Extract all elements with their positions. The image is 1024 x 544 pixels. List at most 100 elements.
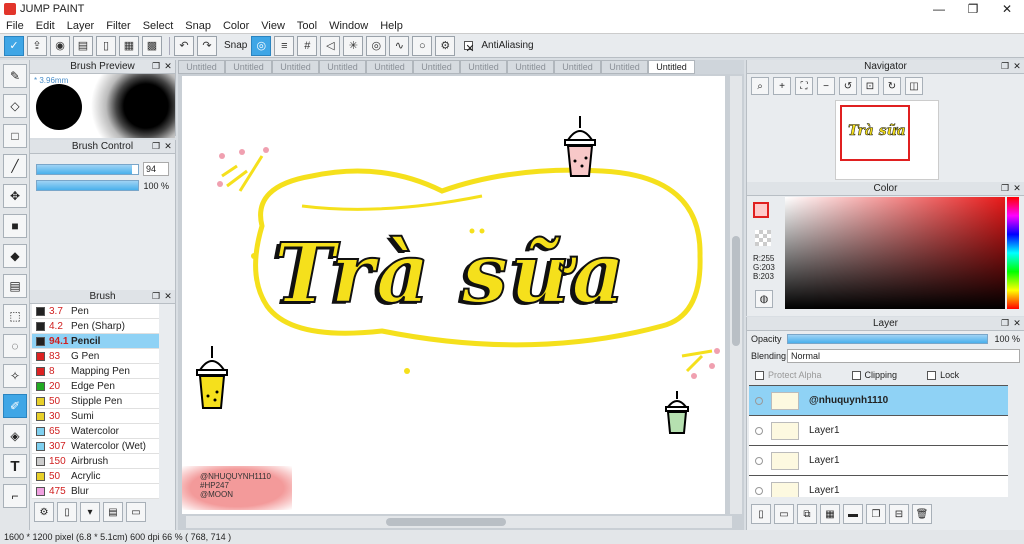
tab-untitled[interactable]: Untitled xyxy=(366,60,413,74)
float-icon[interactable]: ❐ xyxy=(1000,183,1010,193)
tab-untitled[interactable]: Untitled xyxy=(601,60,648,74)
rotate-right-icon[interactable]: ↻ xyxy=(883,77,901,95)
layer-row[interactable]: Layer1 xyxy=(749,476,1008,497)
brush-item[interactable]: 94.1 Pencil xyxy=(32,334,159,349)
menu-help[interactable]: Help xyxy=(374,20,409,32)
menu-layer[interactable]: Layer xyxy=(61,20,101,32)
radial-icon[interactable]: ✳ xyxy=(343,35,364,56)
merge-layer-icon[interactable]: ⊟ xyxy=(889,504,909,524)
brush-size-value[interactable]: 94 xyxy=(143,162,169,176)
tab-untitled[interactable]: Untitled xyxy=(178,60,225,74)
brush-copy-icon[interactable]: ▤ xyxy=(103,502,123,522)
move-tool-icon[interactable]: ✥ xyxy=(3,184,27,208)
drawing-canvas[interactable]: Trà sữa @NHUQUYNH1110 #HP247 @MOON xyxy=(182,76,725,514)
tab-untitled[interactable]: Untitled xyxy=(648,60,695,74)
visibility-icon[interactable] xyxy=(755,396,763,405)
zoom-out-icon[interactable]: − xyxy=(817,77,835,95)
brush-item[interactable]: 83 G Pen xyxy=(32,349,159,364)
redo-icon[interactable]: ↷ xyxy=(197,35,217,56)
settings-icon[interactable]: ⚙ xyxy=(435,35,456,56)
brush-item[interactable]: 8 Mapping Pen xyxy=(32,364,159,379)
brush-item[interactable]: 50 Stipple Pen xyxy=(32,394,159,409)
vertical-scrollbar[interactable] xyxy=(730,76,742,514)
color-picker-field[interactable] xyxy=(785,197,1005,309)
magic-wand-icon[interactable]: ✧ xyxy=(3,364,27,388)
menu-filter[interactable]: Filter xyxy=(100,20,136,32)
duplicate-layer-icon[interactable]: ❐ xyxy=(866,504,886,524)
new-folder-icon[interactable]: ▬ xyxy=(843,504,863,524)
close-button[interactable]: ✕ xyxy=(990,0,1024,18)
tab-untitled[interactable]: Untitled xyxy=(507,60,554,74)
brush-item[interactable]: 307 Watercolor (Wet) xyxy=(32,439,159,454)
layer-row[interactable]: Layer1 xyxy=(749,416,1008,446)
brush-item[interactable]: 65 Watercolor xyxy=(32,424,159,439)
select-eraser-icon[interactable]: ◈ xyxy=(3,424,27,448)
transparent-swatch[interactable] xyxy=(755,230,771,246)
perspective-icon[interactable]: ◁ xyxy=(320,35,341,56)
reset-icon[interactable]: ⊡ xyxy=(861,77,879,95)
rectangle-tool-icon[interactable]: □ xyxy=(3,124,27,148)
lasso-icon[interactable]: ◌ xyxy=(3,334,27,358)
menu-color[interactable]: Color xyxy=(217,20,255,32)
tab-untitled[interactable]: Untitled xyxy=(225,60,272,74)
new-layer-copy-icon[interactable]: ⧉ xyxy=(797,504,817,524)
brush-item[interactable]: 3.7 Pen xyxy=(32,304,159,319)
navigator-thumbnail[interactable]: Trà sữa xyxy=(835,100,939,180)
rotate-left-icon[interactable]: ↺ xyxy=(839,77,857,95)
menu-snap[interactable]: Snap xyxy=(179,20,217,32)
zoom-icon[interactable]: ⌕ xyxy=(751,77,769,95)
select-pen-icon[interactable]: ✐ xyxy=(3,394,27,418)
palette-icon[interactable]: ◍ xyxy=(755,290,773,308)
menu-edit[interactable]: Edit xyxy=(30,20,61,32)
tab-untitled[interactable]: Untitled xyxy=(554,60,601,74)
share-icon[interactable]: ⇪ xyxy=(27,35,47,56)
clipping-checkbox[interactable] xyxy=(851,370,861,380)
antialiasing-checkbox[interactable]: ✕ xyxy=(464,41,475,55)
hue-slider[interactable] xyxy=(1007,197,1019,309)
menu-tool[interactable]: Tool xyxy=(291,20,323,32)
new-brush-icon[interactable]: ▯ xyxy=(57,502,77,522)
text-tool-icon[interactable]: T xyxy=(3,454,27,478)
tab-untitled[interactable]: Untitled xyxy=(272,60,319,74)
tab-untitled[interactable]: Untitled xyxy=(319,60,366,74)
brush-item[interactable]: 30 Sumi xyxy=(32,409,159,424)
brush-menu-icon[interactable]: ▾ xyxy=(80,502,100,522)
horizontal-scrollbar[interactable] xyxy=(186,516,732,528)
bucket-tool-icon[interactable]: ◆ xyxy=(3,244,27,268)
close-icon[interactable]: ✕ xyxy=(163,61,173,71)
new-layer-icon[interactable]: ▯ xyxy=(751,504,771,524)
comment-icon[interactable]: ◉ xyxy=(50,35,70,56)
layout-icon[interactable]: ▩ xyxy=(142,35,162,56)
page-icon[interactable]: ▯ xyxy=(96,35,116,56)
message-icon[interactable]: ▤ xyxy=(73,35,93,56)
pen-tool-icon[interactable]: ✎ xyxy=(3,64,27,88)
layer-row[interactable]: @nhuquynh1110 xyxy=(749,386,1008,416)
close-icon[interactable]: ✕ xyxy=(1012,318,1022,328)
float-icon[interactable]: ❐ xyxy=(151,141,161,151)
visibility-icon[interactable] xyxy=(755,456,763,465)
float-icon[interactable]: ❐ xyxy=(151,291,161,301)
close-icon[interactable]: ✕ xyxy=(1012,183,1022,193)
crosshatch-icon[interactable]: # xyxy=(297,35,318,56)
flip-icon[interactable]: ◫ xyxy=(905,77,923,95)
eraser-tool-icon[interactable]: ◇ xyxy=(3,94,27,118)
float-icon[interactable]: ❐ xyxy=(1000,318,1010,328)
eyedropper-icon[interactable]: ⌐ xyxy=(3,484,27,508)
visibility-icon[interactable] xyxy=(755,486,763,495)
fit-icon[interactable]: ⛶ xyxy=(795,77,813,95)
visibility-icon[interactable] xyxy=(755,426,763,435)
close-icon[interactable]: ✕ xyxy=(163,141,173,151)
foreground-color-swatch[interactable] xyxy=(753,202,769,218)
check-icon[interactable]: ✓ xyxy=(4,35,24,56)
brush-folder-icon[interactable]: ▭ xyxy=(126,502,146,522)
concentric-icon[interactable]: ◎ xyxy=(366,35,387,56)
close-icon[interactable]: ✕ xyxy=(1012,61,1022,71)
brush-item[interactable]: 50 Acrylic xyxy=(32,469,159,484)
tab-untitled[interactable]: Untitled xyxy=(413,60,460,74)
blending-select[interactable]: Normal xyxy=(787,349,1020,363)
brush-item[interactable]: 475 Blur xyxy=(32,484,159,499)
select-rect-icon[interactable]: ⬚ xyxy=(3,304,27,328)
brush-item[interactable]: 4.2 Pen (Sharp) xyxy=(32,319,159,334)
minimize-button[interactable]: — xyxy=(922,0,956,18)
lock-checkbox[interactable] xyxy=(927,370,937,380)
